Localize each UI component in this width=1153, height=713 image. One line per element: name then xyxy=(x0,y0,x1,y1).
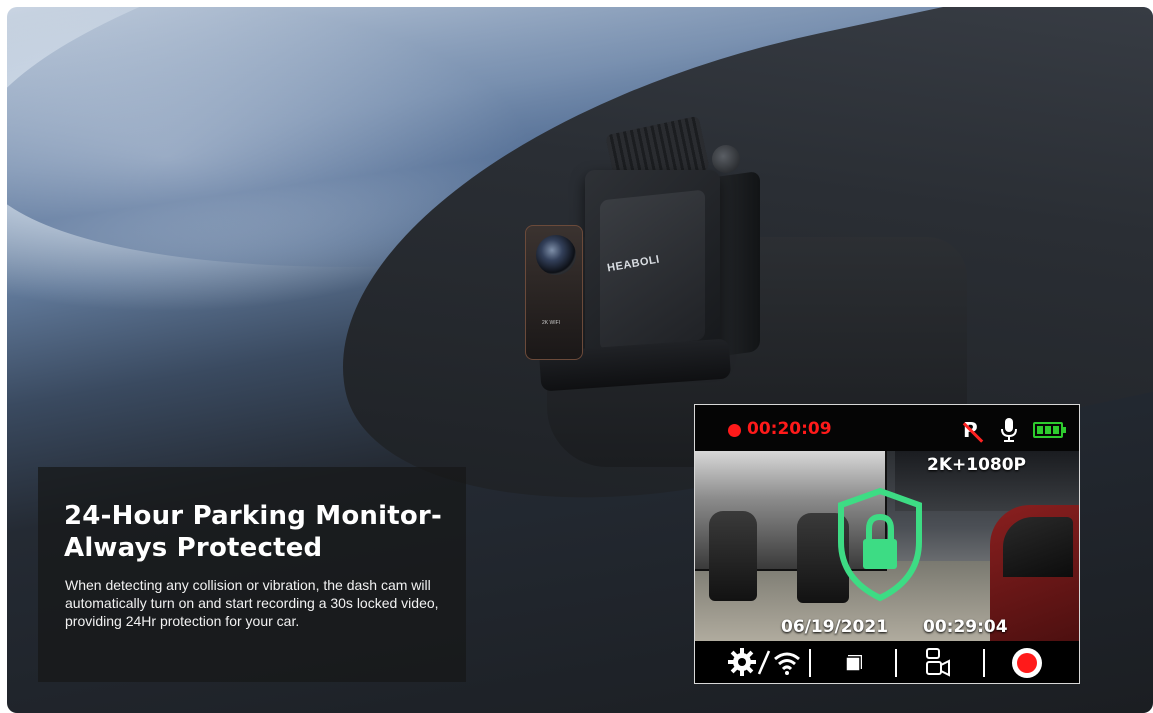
screen-status-bar: 00:20:09 P xyxy=(695,405,1079,451)
battery-full-icon xyxy=(1033,422,1066,438)
toolbar-separator xyxy=(809,649,811,677)
mount-knob xyxy=(712,145,740,173)
lock-shield-icon xyxy=(838,487,922,602)
resolution-label: 2K+1080P xyxy=(927,455,1027,475)
panel-title: 24-Hour Parking Monitor-Always Protected xyxy=(64,501,442,563)
lens-marking: 2K WIFI xyxy=(541,320,561,326)
gear-icon[interactable] xyxy=(727,647,757,677)
toolbar-separator xyxy=(895,649,897,677)
panel-description: When detecting any collision or vibratio… xyxy=(65,577,439,629)
dashcam-lens xyxy=(536,235,576,275)
car-seat xyxy=(709,511,757,601)
time-label: 00:29:04 xyxy=(923,617,1008,637)
camera-switch-icon[interactable] xyxy=(923,647,953,679)
wifi-icon[interactable] xyxy=(772,647,802,677)
recording-dot-icon xyxy=(728,424,741,437)
record-icon[interactable] xyxy=(1011,647,1043,679)
slash-divider xyxy=(757,650,771,675)
photo-mode-icon[interactable] xyxy=(843,647,867,677)
dashcam-screen: 00:20:09 P 2K+1080P 06/19/2021 00:29:04 xyxy=(694,404,1080,684)
recording-time: 00:20:09 xyxy=(747,419,832,439)
toolbar-separator xyxy=(983,649,985,677)
screen-toolbar xyxy=(695,641,1079,683)
date-label: 06/19/2021 xyxy=(781,617,889,637)
battery-level xyxy=(1037,426,1059,434)
microphone-icon xyxy=(1001,418,1017,442)
car-window xyxy=(1003,517,1073,577)
